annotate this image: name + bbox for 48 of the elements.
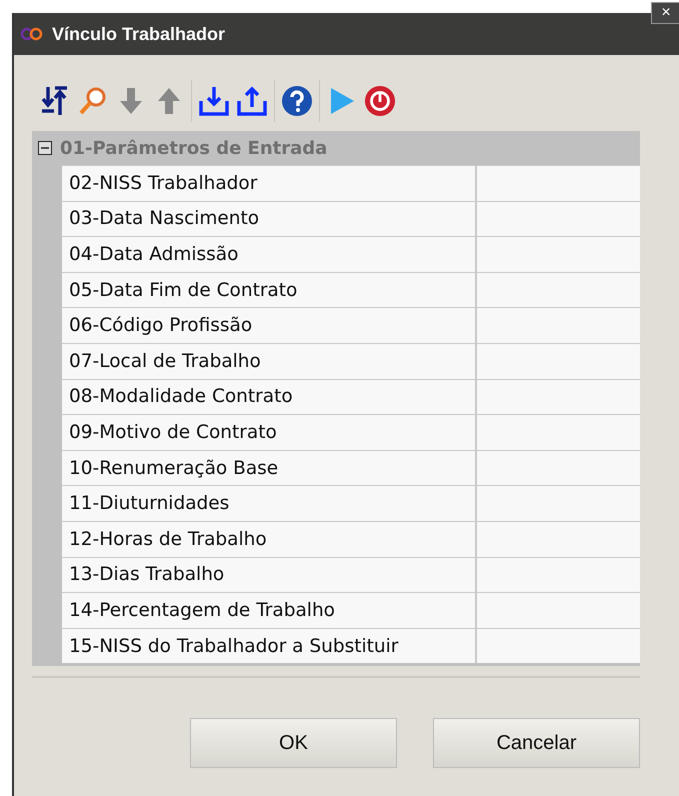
- property-name-cell: 15-NISS do Trabalhador a Substituir: [62, 628, 477, 664]
- window-title: Vínculo Trabalhador: [52, 24, 226, 44]
- toolbar-button[interactable]: [281, 84, 313, 118]
- property-name-cell: 07-Local de Trabalho: [62, 344, 477, 379]
- property-value-field[interactable]: [477, 593, 640, 628]
- property-name-cell: 04-Data Admissão: [62, 237, 477, 272]
- play-icon: [328, 86, 356, 116]
- toolbar-button[interactable]: [236, 84, 268, 118]
- down-arrow-icon: [118, 86, 144, 116]
- property-name-cell: 08-Modalidade Contrato: [62, 380, 477, 414]
- property-name-cell: 10-Renumeração Base: [62, 450, 477, 486]
- property-value-field[interactable]: [477, 486, 640, 521]
- download-icon: [198, 85, 230, 117]
- power-icon: [364, 84, 396, 118]
- property-value-field[interactable]: [477, 272, 640, 308]
- property-name-cell: 14-Percentagem de Trabalho: [62, 593, 477, 628]
- property-value-field[interactable]: [477, 380, 640, 414]
- property-value-field[interactable]: [477, 450, 640, 486]
- property-name-cell: 02-NISS Trabalhador: [62, 166, 477, 201]
- search-icon: [78, 86, 108, 116]
- property-value-field[interactable]: [477, 415, 640, 450]
- toolbar-button[interactable]: [198, 84, 230, 118]
- property-value-field[interactable]: [477, 558, 640, 592]
- property-name-cell: 09-Motivo de Contrato: [62, 415, 477, 450]
- property-name-cell: 05-Data Fim de Contrato: [62, 272, 477, 308]
- app-logo-icon: [20, 27, 44, 41]
- category-label: 01-Parâmetros de Entrada: [60, 138, 328, 158]
- property-value-field[interactable]: [477, 308, 640, 343]
- collapse-toggle[interactable]: [38, 141, 52, 155]
- upload-icon: [236, 85, 268, 117]
- property-name-cell: 13-Dias Trabalho: [62, 558, 477, 592]
- close-button[interactable]: ×: [651, 2, 679, 24]
- property-value-field[interactable]: [477, 237, 640, 272]
- property-name-cell: 11-Diuturnidades: [62, 486, 477, 521]
- toolbar-button[interactable]: [364, 84, 396, 118]
- property-name-cell: 06-Código Profissão: [62, 308, 477, 343]
- property-value-field[interactable]: [477, 522, 640, 557]
- sort-icon: [40, 85, 70, 117]
- property-name-cell: 03-Data Nascimento: [62, 202, 477, 236]
- cancel-button[interactable]: Cancelar: [433, 718, 640, 768]
- property-value-field[interactable]: [477, 166, 640, 201]
- property-value-field[interactable]: [477, 344, 640, 379]
- property-name-cell: 12-Horas de Trabalho: [62, 522, 477, 557]
- ok-button[interactable]: OK: [190, 718, 397, 768]
- help-icon: [281, 85, 313, 117]
- up-arrow-icon: [156, 86, 182, 116]
- property-value-field[interactable]: [477, 628, 640, 664]
- property-value-field[interactable]: [477, 202, 640, 236]
